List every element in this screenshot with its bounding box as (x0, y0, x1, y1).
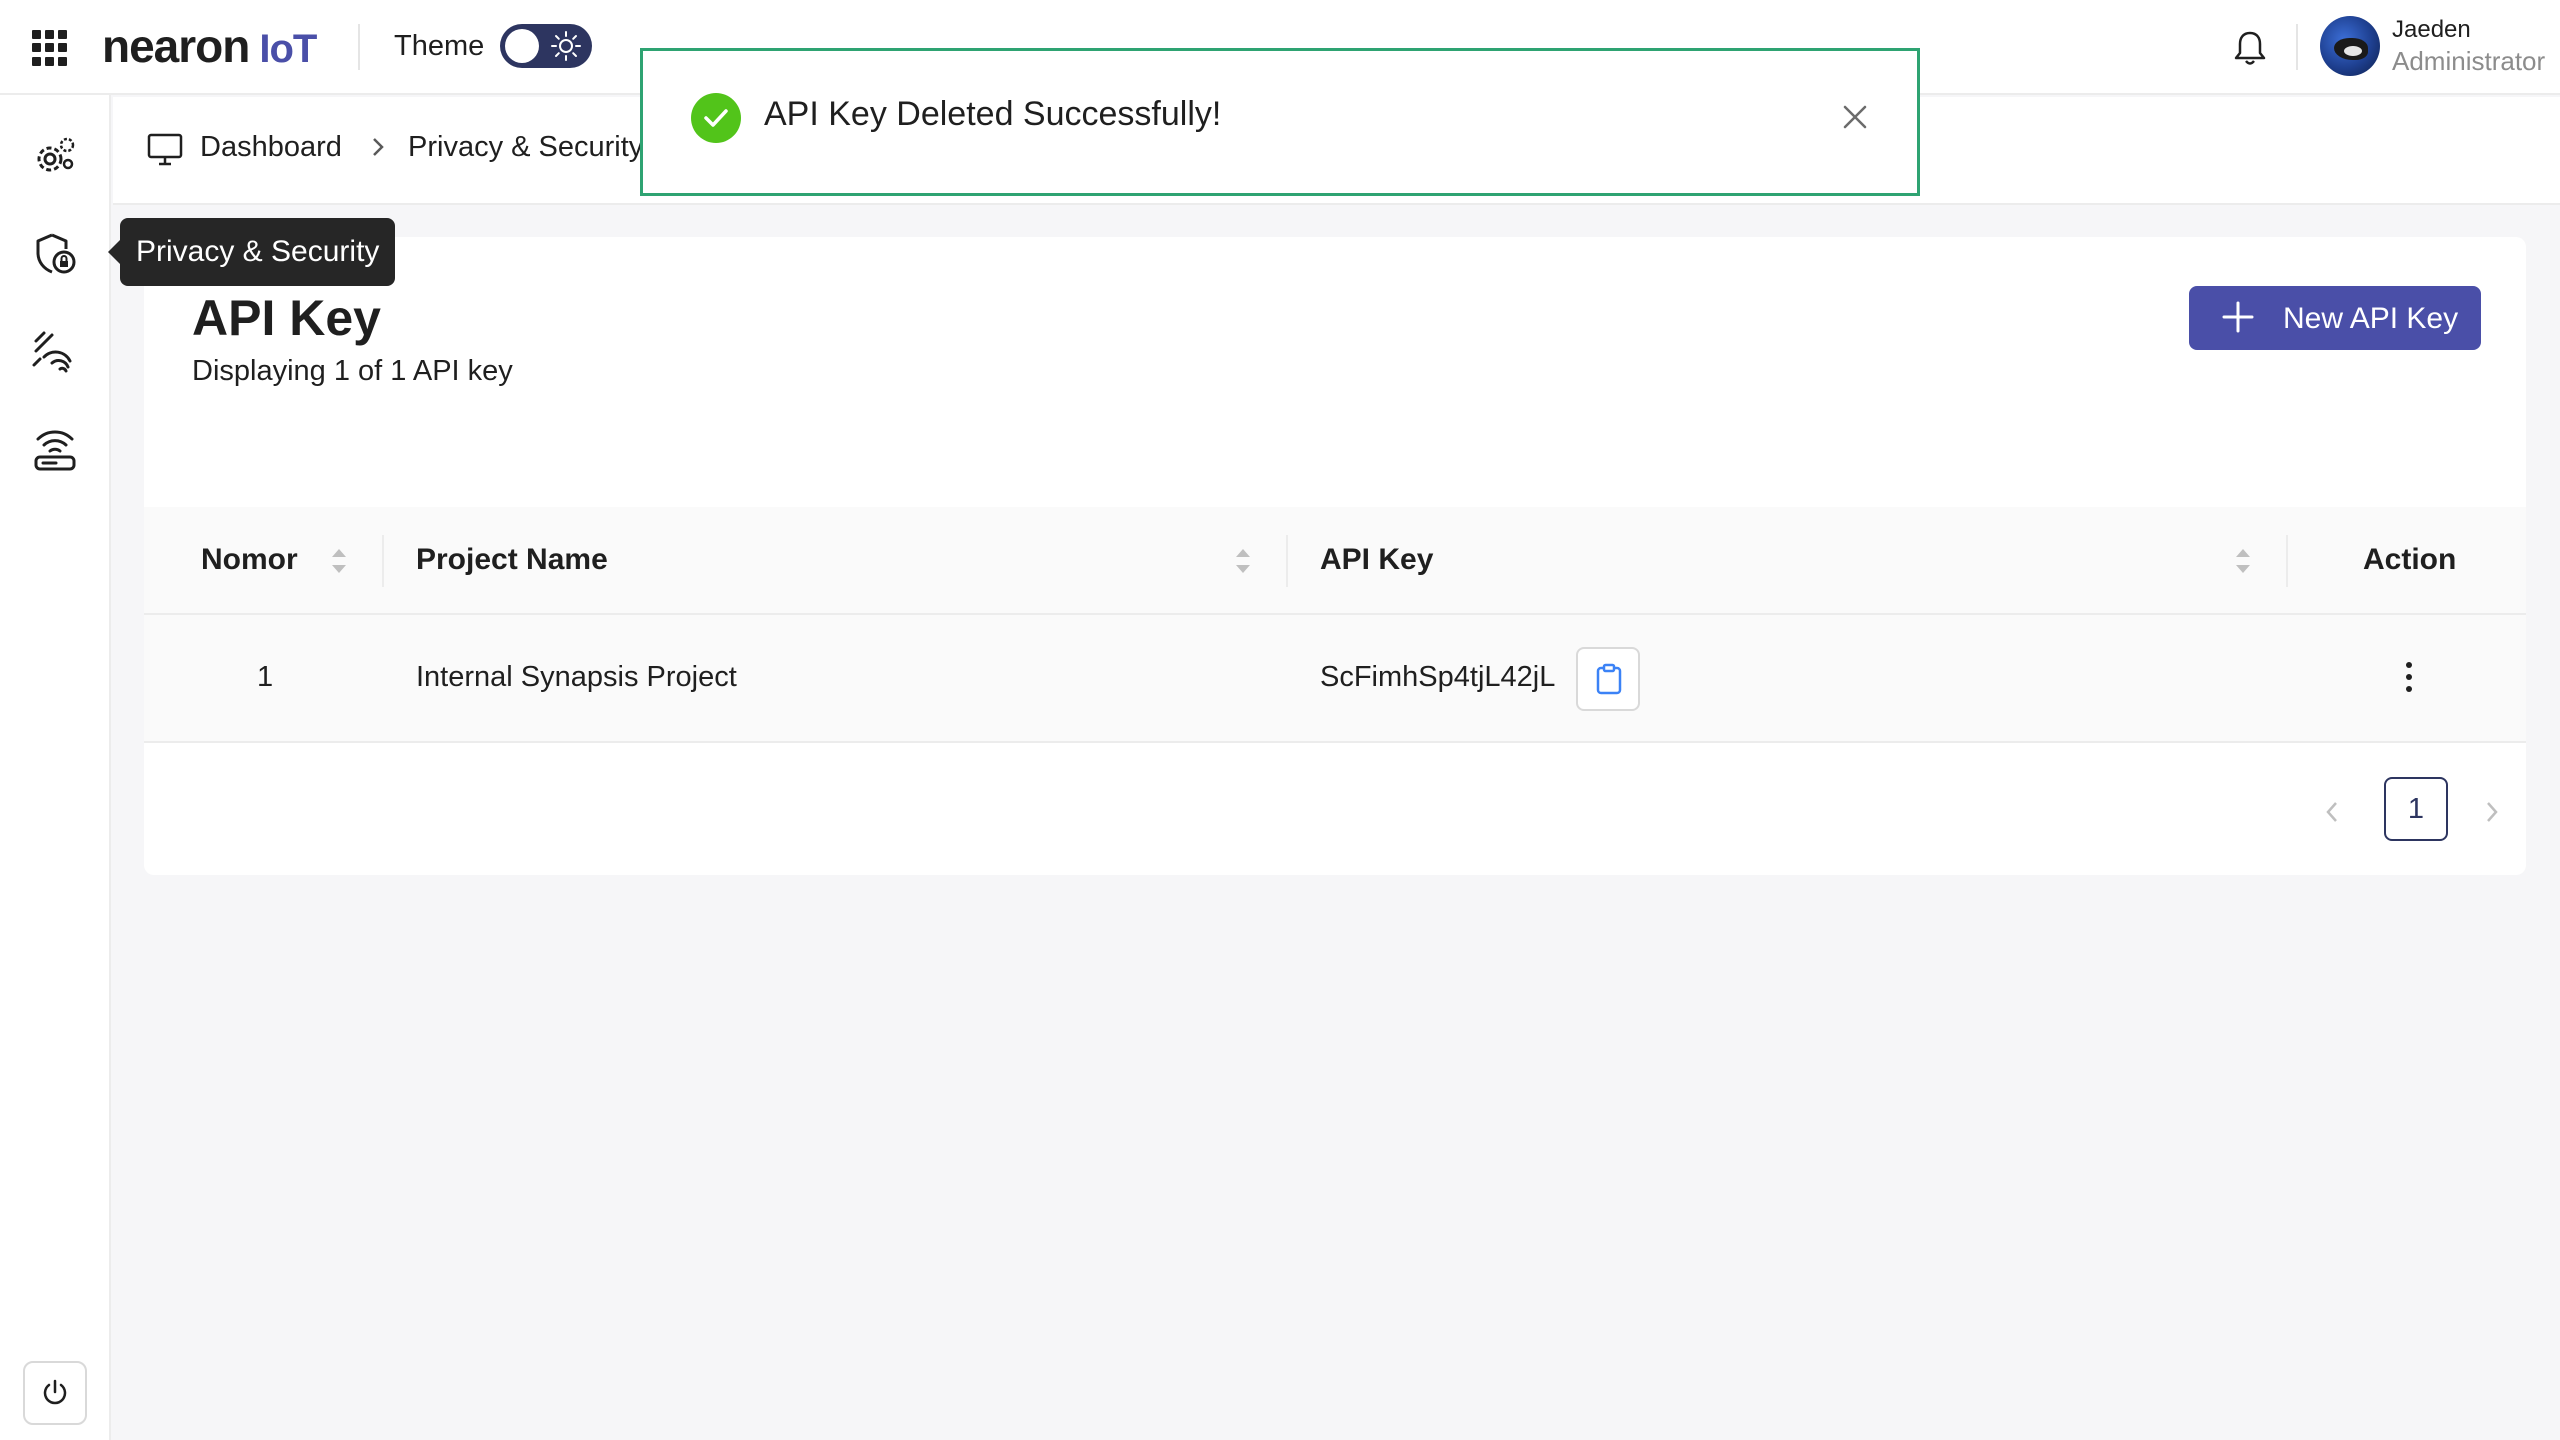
sort-icon[interactable] (330, 545, 348, 577)
success-toast: API Key Deleted Successfully! (640, 48, 1920, 196)
bell-icon[interactable] (2230, 28, 2270, 68)
cell-api-key: ScFimhSp4tjL42jL (1320, 661, 1556, 693)
theme-toggle[interactable] (500, 24, 592, 68)
api-key-card: API Key Displaying 1 of 1 API key New AP… (144, 237, 2526, 875)
chevron-right-icon (373, 138, 384, 156)
breadcrumb-privacy-security[interactable]: Privacy & Security (408, 131, 643, 164)
apps-grid-icon[interactable] (32, 30, 68, 66)
column-header-project-name[interactable]: Project Name (416, 543, 608, 577)
divider (2296, 24, 2298, 70)
pagination-prev-icon[interactable] (2320, 797, 2344, 827)
pagination-next-icon[interactable] (2480, 797, 2504, 827)
new-api-key-label: New API Key (2283, 302, 2459, 335)
signal-icon (32, 331, 72, 373)
cell-nomor: 1 (257, 661, 274, 693)
logo-text: nearon (102, 20, 250, 72)
avatar[interactable] (2320, 16, 2380, 76)
cell-project-name: Internal Synapsis Project (416, 661, 737, 693)
column-header-action: Action (2363, 543, 2457, 576)
column-divider (2286, 535, 2288, 587)
sun-icon (551, 31, 581, 61)
new-api-key-button[interactable]: New API Key (2189, 286, 2481, 350)
column-divider (1286, 535, 1288, 587)
user-name[interactable]: Jaeden (2392, 16, 2471, 44)
sort-icon[interactable] (1234, 545, 1252, 577)
avatar-detail (2344, 46, 2362, 56)
divider (358, 24, 360, 70)
sidebar-item-settings[interactable] (30, 131, 80, 181)
app-logo[interactable]: nearon IoT (102, 20, 317, 75)
user-role: Administrator (2392, 46, 2546, 76)
toast-message: API Key Deleted Successfully! (764, 95, 1222, 133)
monitor-icon (147, 133, 183, 166)
sort-icon[interactable] (2234, 545, 2252, 577)
table-header: Nomor Project Name API Key Action (144, 507, 2526, 615)
plus-icon (2222, 301, 2254, 333)
power-icon (43, 1379, 67, 1405)
clipboard-icon (1596, 663, 1622, 695)
sidebar-item-signal[interactable] (30, 327, 80, 377)
sidebar-tooltip: Privacy & Security (107, 218, 396, 286)
copy-api-key-button[interactable] (1576, 647, 1640, 711)
page-subtitle: Displaying 1 of 1 API key (192, 355, 513, 387)
sidebar-item-router[interactable] (30, 425, 80, 475)
column-header-api-key[interactable]: API Key (1320, 543, 1433, 577)
page-title: API Key (192, 290, 381, 346)
column-divider (382, 535, 384, 587)
logout-button[interactable] (23, 1361, 87, 1425)
close-icon[interactable] (1837, 99, 1873, 135)
check-circle-icon (691, 93, 741, 143)
sidebar-item-privacy-security[interactable] (30, 229, 80, 279)
router-icon (34, 430, 76, 471)
theme-label: Theme (394, 30, 485, 62)
pagination-page-1[interactable]: 1 (2384, 777, 2448, 841)
more-options-icon[interactable] (2394, 657, 2424, 697)
breadcrumb-dashboard[interactable]: Dashboard (200, 131, 342, 164)
toggle-knob (505, 29, 539, 63)
sidebar (0, 95, 111, 1440)
column-header-nomor[interactable]: Nomor (201, 543, 298, 577)
gear-cluster-icon (37, 137, 75, 172)
logo-accent-text: IoT (259, 27, 317, 71)
shield-lock-icon (36, 233, 76, 274)
table-row: 1 Internal Synapsis Project ScFimhSp4tjL… (144, 615, 2526, 743)
